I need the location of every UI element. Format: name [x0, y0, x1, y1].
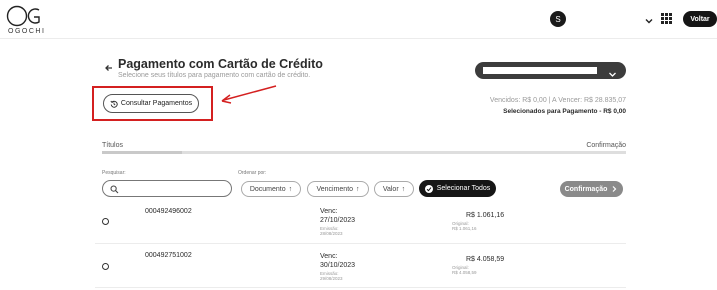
header-divider — [0, 38, 717, 39]
voltar-button[interactable]: Voltar — [683, 11, 717, 27]
annotation-arrow — [218, 84, 278, 106]
row-amount: R$ 4.058,59 — [466, 256, 505, 263]
order-valor-button[interactable]: Valor ↑ — [374, 181, 414, 197]
apps-grid-icon[interactable] — [661, 13, 672, 24]
page-subtitle: Selecione seus títulos para pagamento co… — [118, 72, 311, 79]
avatar[interactable]: S — [550, 11, 566, 27]
search-icon — [110, 185, 119, 194]
row-issue-date: 28/08/2023 — [320, 231, 343, 236]
row-due-date: 30/10/2023 — [320, 262, 356, 269]
row-document-number: 000492751002 — [145, 252, 192, 259]
order-vencimento-label: Vencimento — [316, 185, 354, 193]
arrow-up-icon: ↑ — [356, 185, 360, 193]
row-original-value: R$ 1.061,16 — [452, 226, 477, 231]
chevron-right-icon — [612, 186, 617, 192]
arrow-up-icon: ↑ — [401, 185, 406, 193]
row-divider — [95, 243, 626, 244]
order-documento-button[interactable]: Documento ↑ — [241, 181, 301, 197]
row-document-number: 000492496002 — [145, 208, 192, 215]
search-input[interactable] — [102, 180, 232, 197]
step-progress-fill — [102, 151, 182, 154]
confirmacao-button[interactable]: Confirmação — [560, 181, 623, 197]
consultar-pagamentos-label: Consultar Pagamentos — [120, 100, 193, 107]
row-select-radio[interactable] — [102, 263, 109, 270]
order-documento-label: Documento — [249, 185, 286, 193]
logo-mark — [6, 4, 42, 30]
row-original-value: R$ 4.058,59 — [452, 270, 477, 275]
step-titulos: Títulos — [102, 142, 124, 149]
row-due-label: Venc: — [320, 208, 338, 215]
order-valor-label: Valor — [382, 185, 399, 193]
totals-summary: Vencidos: R$ 0,00 | A Vencer: R$ 28.835,… — [489, 97, 626, 104]
row-amount: R$ 1.061,16 — [466, 212, 505, 219]
chevron-down-icon[interactable] — [644, 13, 654, 24]
check-circle-icon — [424, 184, 433, 193]
arrow-up-icon: ↑ — [288, 185, 293, 193]
company-select-value-redacted — [483, 67, 597, 74]
logo-text: OGOCHI — [8, 28, 46, 35]
consultar-pagamentos-button[interactable]: Consultar Pagamentos — [103, 94, 199, 113]
search-label: Pesquisar: — [102, 170, 126, 176]
select-all-label: Selecionar Todos — [436, 185, 491, 192]
row-select-radio[interactable] — [102, 218, 109, 225]
confirmacao-label: Confirmação — [564, 185, 608, 193]
page-title: Pagamento com Cartão de Crédito — [118, 57, 323, 71]
row-issue-date: 29/08/2023 — [320, 276, 343, 281]
row-due-date: 27/10/2023 — [320, 217, 356, 224]
order-vencimento-button[interactable]: Vencimento ↑ — [307, 181, 369, 197]
back-arrow-icon[interactable] — [104, 60, 114, 71]
chevron-down-icon — [608, 66, 617, 77]
row-divider — [95, 287, 626, 288]
row-due-label: Venc: — [320, 253, 338, 260]
select-all-button[interactable]: Selecionar Todos — [419, 180, 496, 197]
company-select[interactable] — [475, 62, 626, 79]
step-confirmacao: Confirmação — [586, 142, 626, 149]
order-label: Ordenar por: — [238, 170, 267, 176]
history-icon — [110, 100, 118, 108]
selected-total: Selecionados para Pagamento - R$ 0,00 — [503, 108, 626, 115]
